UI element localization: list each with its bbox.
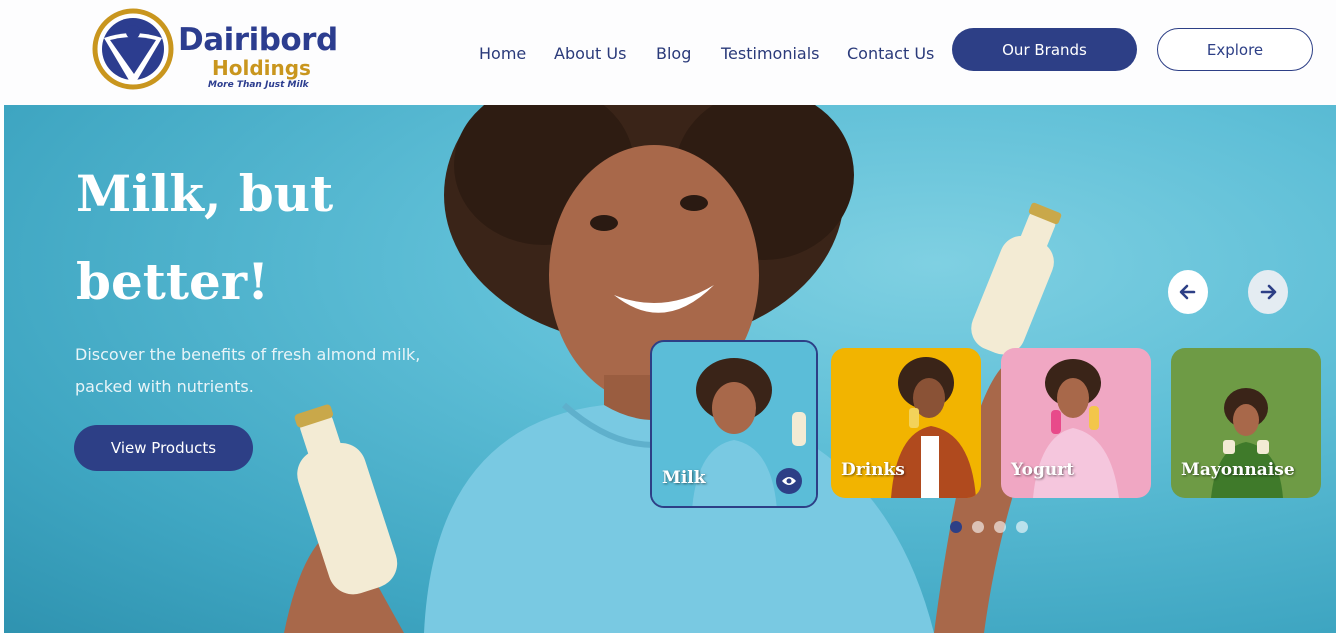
nav-testimonials[interactable]: Testimonials [721,44,820,63]
nav-blog[interactable]: Blog [656,44,691,63]
eye-icon[interactable] [776,468,802,494]
hero-subtitle-line-1: Discover the benefits of fresh almond mi… [75,345,421,364]
explore-button[interactable]: Explore [1157,28,1313,71]
hero-subtitle-line-2: packed with nutrients. [75,377,254,396]
carousel-dot-2[interactable] [972,521,984,533]
carousel-dot-1[interactable] [950,521,962,533]
card-label-mayonnaise: Mayonnaise [1181,460,1295,480]
category-card-yogurt[interactable]: Yogurt [1001,348,1151,498]
hero-title-line-2: better! [76,252,270,311]
arrow-right-icon [1260,284,1277,300]
arrow-left-icon [1179,284,1196,300]
hero-title: Milk, but better! [76,150,456,326]
card-label-yogurt: Yogurt [1011,460,1075,480]
category-card-drinks[interactable]: Drinks [831,348,981,498]
nav-about-us[interactable]: About Us [554,44,626,63]
carousel-pagination [950,521,1028,533]
nav-contact-us[interactable]: Contact Us [847,44,934,63]
brand-logo[interactable]: Dairibord Holdings More Than Just Milk [92,8,342,92]
carousel-next-button[interactable] [1248,270,1288,314]
logo-title: Dairibord [178,22,338,58]
site-header: Dairibord Holdings More Than Just Milk H… [0,0,1336,105]
our-brands-button[interactable]: Our Brands [952,28,1137,71]
logo-tagline: More Than Just Milk [208,80,309,90]
card-label-drinks: Drinks [841,460,905,480]
view-products-button[interactable]: View Products [74,425,253,471]
carousel-prev-button[interactable] [1168,270,1208,314]
logo-mark-icon [92,8,174,90]
hero-banner: Milk, but better! Discover the benefits … [4,105,1336,633]
logo-subtitle: Holdings [212,56,311,80]
nav-home[interactable]: Home [479,44,526,63]
card-label-milk: Milk [662,468,706,488]
carousel-dot-4[interactable] [1016,521,1028,533]
carousel-dot-3[interactable] [994,521,1006,533]
category-card-milk[interactable]: Milk [650,340,818,508]
hero-title-line-1: Milk, but [76,164,334,223]
hero-subtitle: Discover the benefits of fresh almond mi… [75,339,455,403]
category-card-mayonnaise[interactable]: Mayonnaise [1171,348,1321,498]
